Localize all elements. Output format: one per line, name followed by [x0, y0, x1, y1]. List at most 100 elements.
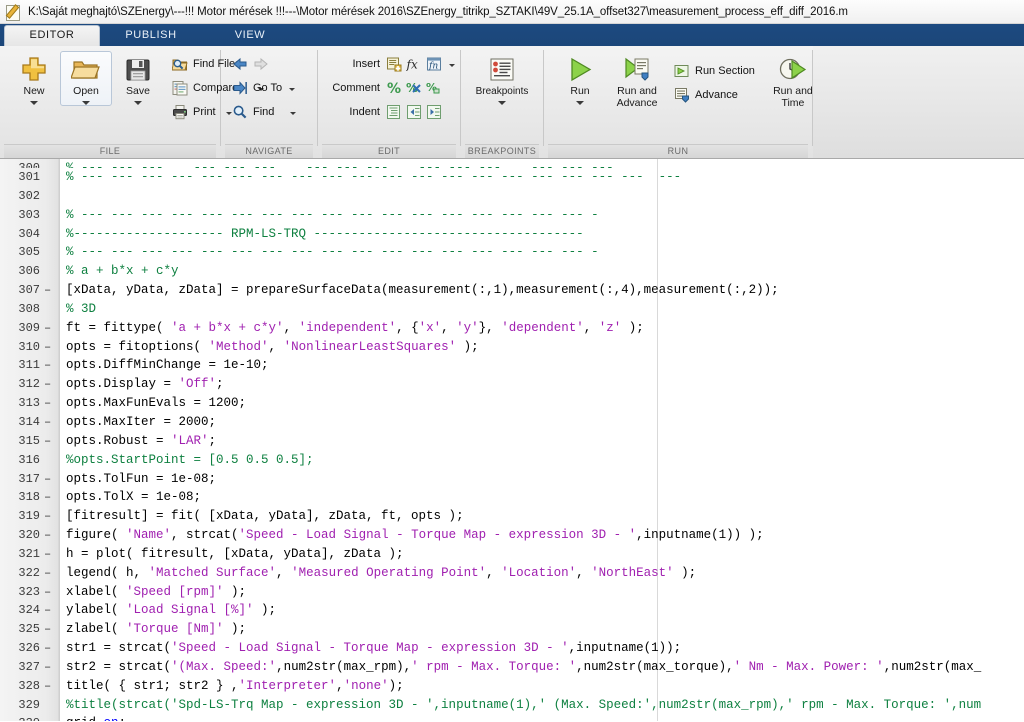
executable-line-marker[interactable]: –	[44, 356, 51, 375]
code-line-text: %opts.StartPoint = [0.5 0.5 0.5];	[66, 452, 314, 467]
code-line[interactable]: 301 % --- --- --- --- --- --- --- --- ---…	[0, 168, 1024, 187]
code-line[interactable]: 302	[0, 187, 1024, 206]
executable-line-marker[interactable]: –	[44, 545, 51, 564]
executable-line-marker[interactable]: –	[44, 281, 51, 300]
executable-line-marker[interactable]: –	[44, 526, 51, 545]
insert-row[interactable]: Insert fx fn	[324, 52, 457, 76]
comment-row[interactable]: Comment % % %	[324, 76, 457, 100]
run-section-button[interactable]: Run Section	[672, 59, 757, 83]
code-editor[interactable]: 300 % --- --- --- --- --- --- --- --- ---…	[0, 159, 1024, 721]
save-button[interactable]: Save	[112, 51, 164, 106]
executable-line-marker[interactable]: –	[44, 639, 51, 658]
executable-line-marker[interactable]: –	[44, 375, 51, 394]
code-line[interactable]: 300 % --- --- --- --- --- --- --- --- ---…	[0, 159, 1024, 168]
executable-line-marker[interactable]: –	[44, 658, 51, 677]
breakpoints-button[interactable]: Breakpoints	[466, 51, 538, 106]
code-line[interactable]: 312– opts.Display = 'Off';	[0, 375, 1024, 394]
chevron-down-icon[interactable]	[289, 87, 296, 91]
indent-row[interactable]: Indent	[324, 100, 457, 124]
code-line[interactable]: 311– opts.DiffMinChange = 1e-10;	[0, 356, 1024, 375]
chevron-down-icon[interactable]	[576, 100, 584, 105]
code-line[interactable]: 321– h = plot( fitresult, [xData, yData],…	[0, 545, 1024, 564]
code-line[interactable]: 305 % --- --- --- --- --- --- --- --- ---…	[0, 243, 1024, 262]
breakpoints-icon	[487, 56, 517, 84]
code-line[interactable]: 313– opts.MaxFunEvals = 1200;	[0, 394, 1024, 413]
code-line[interactable]: 326– str1 = strcat('Speed - Load Signal -…	[0, 639, 1024, 658]
decrease-indent-icon[interactable]	[406, 104, 422, 120]
executable-line-marker[interactable]: –	[44, 432, 51, 451]
code-line[interactable]: 328– title( { str1; str2 } ,'Interpreter'…	[0, 677, 1024, 696]
navigate-back-forward[interactable]	[230, 52, 298, 76]
tab-view[interactable]: VIEW	[202, 25, 298, 46]
chevron-down-icon[interactable]	[30, 100, 38, 105]
code-line[interactable]: 310– opts = fitoptions( 'Method', 'Nonlin…	[0, 338, 1024, 357]
run-play-icon	[565, 56, 595, 84]
function-fx-icon[interactable]: fx	[406, 56, 422, 72]
chevron-down-icon[interactable]	[134, 100, 142, 105]
code-line[interactable]: 309– ft = fittype( 'a + b*x + c*y', 'inde…	[0, 319, 1024, 338]
new-button[interactable]: New	[8, 51, 60, 106]
executable-line-marker[interactable]: –	[44, 470, 51, 489]
executable-line-marker[interactable]: –	[44, 564, 51, 583]
code-line[interactable]: 324– ylabel( 'Load Signal [%]' );	[0, 601, 1024, 620]
open-button[interactable]: Open	[60, 51, 112, 106]
line-number: 322	[18, 565, 40, 580]
tab-publish[interactable]: PUBLISH	[103, 25, 199, 46]
executable-line-marker[interactable]: –	[44, 394, 51, 413]
executable-line-marker[interactable]: –	[44, 488, 51, 507]
new-button-label: New	[23, 85, 45, 97]
chevron-down-icon[interactable]	[82, 100, 90, 105]
code-line[interactable]: 330– grid on;	[0, 714, 1024, 721]
insert-block-icon[interactable]	[386, 56, 402, 72]
code-line[interactable]: 318– opts.TolX = 1e-08;	[0, 488, 1024, 507]
executable-line-marker[interactable]: –	[44, 507, 51, 526]
run-and-time-button[interactable]: Run and Time	[763, 51, 823, 110]
executable-line-marker[interactable]: –	[44, 677, 51, 696]
code-line[interactable]: 327– str2 = strcat('(Max. Speed:',num2str…	[0, 658, 1024, 677]
chevron-down-icon[interactable]	[498, 100, 506, 105]
code-line[interactable]: 322– legend( h, 'Matched Surface', 'Measu…	[0, 564, 1024, 583]
code-line[interactable]: 308 % 3D	[0, 300, 1024, 319]
smart-indent-icon[interactable]	[386, 104, 402, 120]
code-line[interactable]: 320– figure( 'Name', strcat('Speed - Load…	[0, 526, 1024, 545]
code-line[interactable]: 306 % a + b*x + c*y	[0, 262, 1024, 281]
advance-button[interactable]: Advance	[672, 83, 757, 107]
comment-wrap-icon[interactable]: %	[426, 80, 442, 96]
code-line[interactable]: 329 %title(strcat('Spd-LS-Trq Map - expre…	[0, 696, 1024, 715]
chevron-down-icon[interactable]	[290, 111, 297, 115]
code-text-area[interactable]: 300 % --- --- --- --- --- --- --- --- ---…	[0, 159, 1024, 721]
executable-line-marker[interactable]: –	[44, 714, 51, 721]
comment-percent-icon[interactable]: %	[386, 80, 402, 97]
executable-line-marker[interactable]: –	[44, 620, 51, 639]
go-to-button[interactable]: Go To	[230, 76, 298, 100]
run-and-advance-icon	[622, 56, 652, 84]
chevron-down-icon[interactable]	[449, 63, 455, 67]
uncomment-icon[interactable]: %	[406, 80, 422, 96]
ribbon-group-navigate: Go To Find NAVIGATE	[221, 46, 317, 158]
code-line[interactable]: 315– opts.Robust = 'LAR';	[0, 432, 1024, 451]
increase-indent-icon[interactable]	[426, 104, 442, 120]
code-line[interactable]: 317– opts.TolFun = 1e-08;	[0, 470, 1024, 489]
find-button[interactable]: Find	[230, 100, 298, 124]
code-line[interactable]: 323– xlabel( 'Speed [rpm]' );	[0, 583, 1024, 602]
code-line[interactable]: 314– opts.MaxIter = 2000;	[0, 413, 1024, 432]
executable-line-marker[interactable]: –	[44, 413, 51, 432]
tab-editor[interactable]: EDITOR	[4, 25, 100, 46]
group-label-file: FILE	[4, 144, 216, 158]
line-number: 328	[18, 678, 40, 693]
executable-line-marker[interactable]: –	[44, 601, 51, 620]
code-line[interactable]: 319– [fitresult] = fit( [xData, yData], z…	[0, 507, 1024, 526]
code-line[interactable]: 316 %opts.StartPoint = [0.5 0.5 0.5];	[0, 451, 1024, 470]
insert-function-icon[interactable]: fn	[426, 56, 442, 72]
executable-line-marker[interactable]: –	[44, 583, 51, 602]
code-line[interactable]: 303 % --- --- --- --- --- --- --- --- ---…	[0, 206, 1024, 225]
executable-line-marker[interactable]: –	[44, 319, 51, 338]
code-line[interactable]: 304 %-------------------- RPM-LS-TRQ ----…	[0, 225, 1024, 244]
run-and-advance-button[interactable]: Run and Advance	[606, 51, 668, 110]
executable-line-marker[interactable]: –	[44, 338, 51, 357]
back-arrow-icon[interactable]	[232, 56, 248, 72]
code-line[interactable]: 325– zlabel( 'Torque [Nm]' );	[0, 620, 1024, 639]
code-line[interactable]: 307– [xData, yData, zData] = prepareSurfa…	[0, 281, 1024, 300]
line-number: 310	[18, 339, 40, 354]
run-button[interactable]: Run	[554, 51, 606, 106]
